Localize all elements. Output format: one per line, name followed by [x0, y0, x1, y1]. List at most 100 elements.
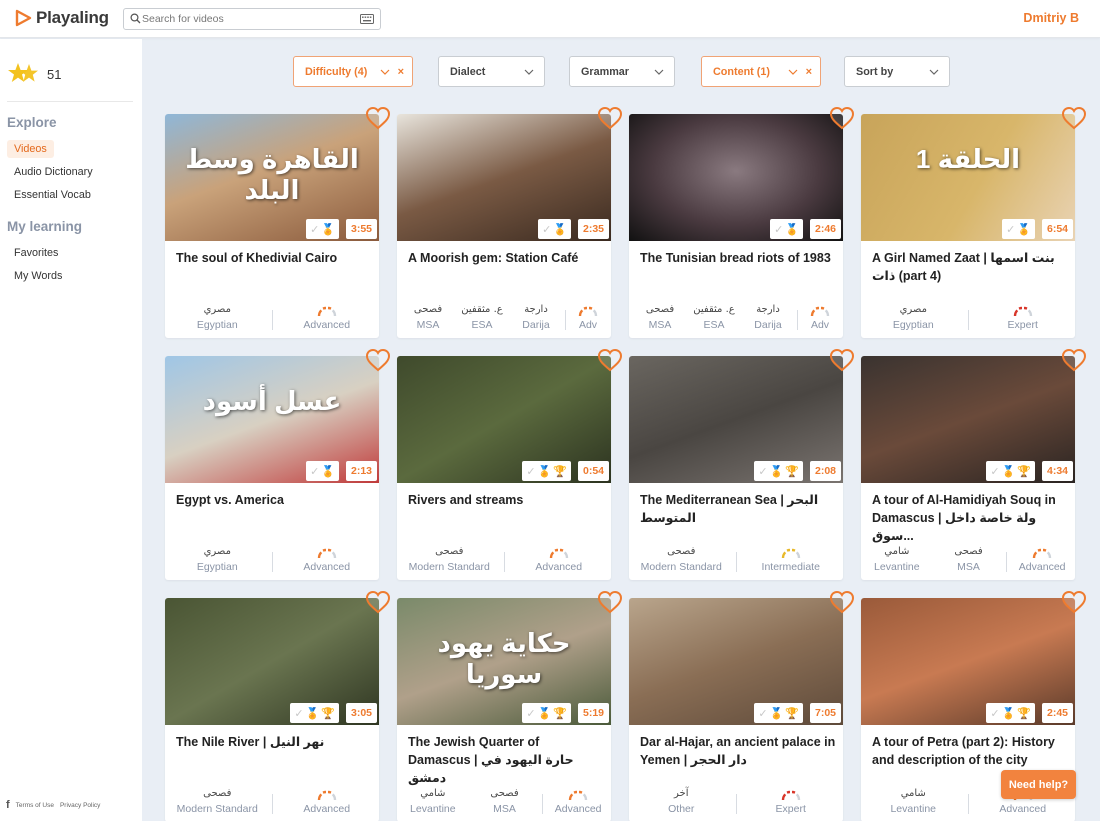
- video-card[interactable]: ✓ 🏅 🏆 0:54 Rivers and streams فصحى Modern Stan…: [397, 348, 623, 580]
- video-card[interactable]: عسل أسود ✓ 🏅 2:13 Egypt vs. America مصري Egypt…: [165, 348, 391, 580]
- video-card[interactable]: الحلقة 1 ✓ 🏅 6:54 A Girl Named Zaat | بنت اس…: [861, 106, 1087, 338]
- video-thumbnail[interactable]: ✓ 🏅 2:35: [397, 114, 611, 241]
- heart-icon[interactable]: [1061, 590, 1087, 614]
- video-thumbnail[interactable]: القاهرة وسط البلد ✓ 🏅 3:55: [165, 114, 379, 241]
- video-title[interactable]: A tour of Petra (part 2): History and de…: [872, 733, 1068, 769]
- meta-divider: [797, 310, 798, 330]
- dialect-arabic: ع. مثقفين: [693, 304, 735, 315]
- video-title[interactable]: The Jewish Quarter of Damascus | حارة ال…: [408, 733, 604, 787]
- progress-badges: ✓ 🏅: [306, 461, 339, 481]
- dialect-arabic: شامي: [420, 788, 446, 799]
- video-card[interactable]: حكاية يهود سوريا ✓ 🏅 🏆 5:19 The Jewish Quarte…: [397, 590, 623, 821]
- video-card[interactable]: ✓ 🏅 🏆 7:05 Dar al-Hajar, an ancient palace i…: [629, 590, 855, 821]
- heart-icon[interactable]: [597, 348, 623, 372]
- search-input[interactable]: [142, 10, 352, 28]
- heart-icon[interactable]: [1061, 348, 1087, 372]
- favorite-toggle[interactable]: [365, 106, 391, 135]
- favorite-toggle[interactable]: [829, 106, 855, 135]
- video-title[interactable]: The Mediterranean Sea | البحر المتوسط: [640, 491, 836, 527]
- favorite-toggle[interactable]: [597, 590, 623, 619]
- video-title[interactable]: The Nile River | نهر النيل: [176, 733, 372, 751]
- favorite-toggle[interactable]: [597, 348, 623, 377]
- heart-icon[interactable]: [829, 590, 855, 614]
- video-thumbnail[interactable]: ✓ 🏅 🏆 2:45: [861, 598, 1075, 725]
- dialect-arabic: فصحى: [490, 788, 519, 799]
- video-card[interactable]: ✓ 🏅 🏆 4:34 A tour of Al-Hamidiyah Souq in Da…: [861, 348, 1087, 580]
- video-card[interactable]: ✓ 🏅 🏆 3:05 The Nile River | نهر النيل فصحى Mod…: [165, 590, 391, 821]
- filter-grammar[interactable]: Grammar: [569, 56, 675, 87]
- video-thumbnail[interactable]: ✓ 🏅 2:46: [629, 114, 843, 241]
- heart-icon[interactable]: [597, 106, 623, 130]
- video-card[interactable]: القاهرة وسط البلد ✓ 🏅 3:55 The soul of Khedi…: [165, 106, 391, 338]
- search-box[interactable]: [123, 8, 381, 30]
- need-help-button[interactable]: Need help?: [1001, 770, 1076, 799]
- video-duration: 2:08: [809, 461, 841, 481]
- video-title[interactable]: A Girl Named Zaat | بنت اسمها ذات (part …: [872, 249, 1068, 285]
- sidebar-item-audio-dictionary[interactable]: Audio Dictionary: [7, 163, 100, 181]
- heart-icon[interactable]: [829, 106, 855, 130]
- video-thumbnail[interactable]: ✓ 🏅 🏆 0:54: [397, 356, 611, 483]
- medal-icon: 🏅: [1001, 707, 1016, 720]
- heart-icon[interactable]: [365, 348, 391, 372]
- video-title[interactable]: The soul of Khedivial Cairo: [176, 249, 372, 267]
- facebook-icon[interactable]: f: [6, 799, 10, 811]
- heart-icon[interactable]: [1061, 106, 1087, 130]
- sidebar-item-videos[interactable]: Videos: [7, 140, 54, 158]
- video-thumbnail[interactable]: حكاية يهود سوريا ✓ 🏅 🏆 5:19: [397, 598, 611, 725]
- video-thumbnail[interactable]: ✓ 🏅 🏆 2:08: [629, 356, 843, 483]
- progress-badges: ✓ 🏅 🏆: [522, 703, 571, 723]
- dialect-arabic: فصحى: [413, 304, 443, 315]
- privacy-link[interactable]: Privacy Policy: [60, 802, 100, 809]
- favorite-toggle[interactable]: [1061, 106, 1087, 135]
- dialect-tag: شامي Levantine: [861, 545, 933, 575]
- user-name[interactable]: Dmitriy B: [1023, 11, 1079, 25]
- favorite-toggle[interactable]: [365, 590, 391, 619]
- favorite-toggle[interactable]: [829, 590, 855, 619]
- filter-sort-by[interactable]: Sort by: [844, 56, 950, 87]
- video-title[interactable]: The Tunisian bread riots of 1983: [640, 249, 836, 267]
- check-icon: ✓: [758, 707, 768, 720]
- keyboard-icon[interactable]: [360, 14, 374, 24]
- clear-content-icon[interactable]: ×: [806, 66, 812, 78]
- sidebar-item-favorites[interactable]: Favorites: [7, 244, 65, 262]
- chevron-down-icon: [788, 69, 798, 75]
- clear-difficulty-icon[interactable]: ×: [398, 66, 404, 78]
- video-thumbnail[interactable]: ✓ 🏅 🏆 7:05: [629, 598, 843, 725]
- dialect-english: MSA: [416, 319, 440, 331]
- video-title[interactable]: Dar al-Hajar, an ancient palace in Yemen…: [640, 733, 836, 769]
- terms-link[interactable]: Terms of Use: [16, 802, 54, 809]
- video-thumbnail[interactable]: ✓ 🏅 🏆 3:05: [165, 598, 379, 725]
- filter-content[interactable]: Content (1) ×: [701, 56, 821, 87]
- video-card[interactable]: ✓ 🏅 2:35 A Moorish gem: Station Café فصحى MSA…: [397, 106, 623, 338]
- favorite-toggle[interactable]: [597, 106, 623, 135]
- favorite-toggle[interactable]: [1061, 590, 1087, 619]
- video-title[interactable]: A Moorish gem: Station Café: [408, 249, 604, 267]
- heart-icon[interactable]: [597, 590, 623, 614]
- video-card[interactable]: ✓ 🏅 2:46 The Tunisian bread riots of 1983 فص…: [629, 106, 855, 338]
- logo[interactable]: Playaling: [14, 8, 109, 28]
- medal-icon: 🏅: [537, 465, 552, 478]
- filter-difficulty[interactable]: Difficulty (4) ×: [293, 56, 413, 87]
- difficulty-level: Adv: [568, 305, 608, 333]
- sidebar-item-essential-vocab[interactable]: Essential Vocab: [7, 186, 98, 204]
- video-title[interactable]: Rivers and streams: [408, 491, 604, 509]
- video-thumbnail[interactable]: الحلقة 1 ✓ 🏅 6:54: [861, 114, 1075, 241]
- check-icon: ✓: [774, 223, 784, 236]
- favorite-toggle[interactable]: [1061, 348, 1087, 377]
- favorite-toggle[interactable]: [829, 348, 855, 377]
- trophy-icon: 🏆: [1017, 465, 1031, 478]
- favorite-toggle[interactable]: [365, 348, 391, 377]
- sidebar-item-my-words[interactable]: My Words: [7, 267, 69, 285]
- video-card[interactable]: ✓ 🏅 🏆 2:08 The Mediterranean Sea | البحر الم…: [629, 348, 855, 580]
- dialect-tag: مصري Egyptian: [861, 303, 966, 333]
- video-thumbnail[interactable]: عسل أسود ✓ 🏅 2:13: [165, 356, 379, 483]
- video-thumbnail[interactable]: ✓ 🏅 🏆 4:34: [861, 356, 1075, 483]
- video-title[interactable]: Egypt vs. America: [176, 491, 372, 509]
- meta-divider: [1006, 552, 1008, 572]
- video-title[interactable]: A tour of Al-Hamidiyah Souq in Damascus …: [872, 491, 1068, 545]
- heart-icon[interactable]: [829, 348, 855, 372]
- heart-icon[interactable]: [365, 590, 391, 614]
- heart-icon[interactable]: [365, 106, 391, 130]
- filter-dialect[interactable]: Dialect: [438, 56, 545, 87]
- difficulty-label: Expert: [775, 803, 806, 815]
